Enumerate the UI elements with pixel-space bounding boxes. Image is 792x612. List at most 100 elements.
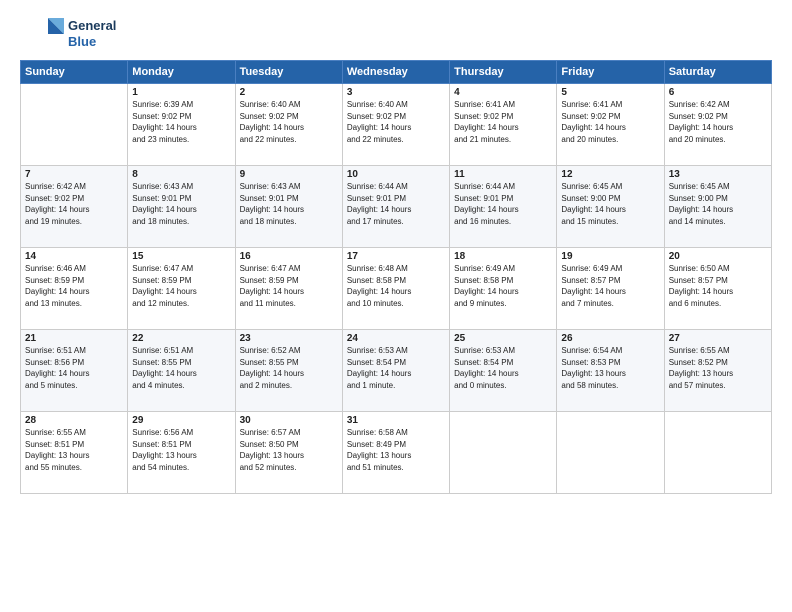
calendar-cell: 28Sunrise: 6:55 AM Sunset: 8:51 PM Dayli…	[21, 412, 128, 494]
calendar-cell	[450, 412, 557, 494]
day-number: 11	[454, 169, 552, 180]
calendar-cell: 23Sunrise: 6:52 AM Sunset: 8:55 PM Dayli…	[235, 330, 342, 412]
day-info: Sunrise: 6:43 AM Sunset: 9:01 PM Dayligh…	[240, 181, 338, 227]
day-number: 29	[132, 415, 230, 426]
calendar-cell: 16Sunrise: 6:47 AM Sunset: 8:59 PM Dayli…	[235, 248, 342, 330]
day-info: Sunrise: 6:51 AM Sunset: 8:55 PM Dayligh…	[132, 345, 230, 391]
calendar-cell: 25Sunrise: 6:53 AM Sunset: 8:54 PM Dayli…	[450, 330, 557, 412]
day-info: Sunrise: 6:45 AM Sunset: 9:00 PM Dayligh…	[669, 181, 767, 227]
day-number: 18	[454, 251, 552, 262]
calendar-cell: 19Sunrise: 6:49 AM Sunset: 8:57 PM Dayli…	[557, 248, 664, 330]
calendar-cell: 5Sunrise: 6:41 AM Sunset: 9:02 PM Daylig…	[557, 84, 664, 166]
calendar-cell: 26Sunrise: 6:54 AM Sunset: 8:53 PM Dayli…	[557, 330, 664, 412]
day-info: Sunrise: 6:39 AM Sunset: 9:02 PM Dayligh…	[132, 99, 230, 145]
day-number: 1	[132, 87, 230, 98]
day-info: Sunrise: 6:40 AM Sunset: 9:02 PM Dayligh…	[347, 99, 445, 145]
day-info: Sunrise: 6:42 AM Sunset: 9:02 PM Dayligh…	[669, 99, 767, 145]
calendar-cell: 3Sunrise: 6:40 AM Sunset: 9:02 PM Daylig…	[342, 84, 449, 166]
day-info: Sunrise: 6:53 AM Sunset: 8:54 PM Dayligh…	[454, 345, 552, 391]
page: GeneralBlue SundayMondayTuesdayWednesday…	[0, 0, 792, 612]
logo-svg-icon	[20, 16, 64, 52]
day-info: Sunrise: 6:44 AM Sunset: 9:01 PM Dayligh…	[454, 181, 552, 227]
day-number: 5	[561, 87, 659, 98]
day-info: Sunrise: 6:49 AM Sunset: 8:58 PM Dayligh…	[454, 263, 552, 309]
logo-line1: General	[68, 18, 116, 34]
calendar-cell: 27Sunrise: 6:55 AM Sunset: 8:52 PM Dayli…	[664, 330, 771, 412]
day-info: Sunrise: 6:54 AM Sunset: 8:53 PM Dayligh…	[561, 345, 659, 391]
calendar-cell: 11Sunrise: 6:44 AM Sunset: 9:01 PM Dayli…	[450, 166, 557, 248]
day-info: Sunrise: 6:47 AM Sunset: 8:59 PM Dayligh…	[240, 263, 338, 309]
calendar-header-monday: Monday	[128, 61, 235, 84]
day-number: 9	[240, 169, 338, 180]
day-info: Sunrise: 6:41 AM Sunset: 9:02 PM Dayligh…	[561, 99, 659, 145]
header: GeneralBlue	[20, 16, 772, 52]
day-info: Sunrise: 6:55 AM Sunset: 8:51 PM Dayligh…	[25, 427, 123, 473]
calendar-cell: 7Sunrise: 6:42 AM Sunset: 9:02 PM Daylig…	[21, 166, 128, 248]
calendar-week-row: 14Sunrise: 6:46 AM Sunset: 8:59 PM Dayli…	[21, 248, 772, 330]
calendar-cell: 1Sunrise: 6:39 AM Sunset: 9:02 PM Daylig…	[128, 84, 235, 166]
calendar-cell: 29Sunrise: 6:56 AM Sunset: 8:51 PM Dayli…	[128, 412, 235, 494]
day-info: Sunrise: 6:42 AM Sunset: 9:02 PM Dayligh…	[25, 181, 123, 227]
day-number: 20	[669, 251, 767, 262]
calendar-cell: 30Sunrise: 6:57 AM Sunset: 8:50 PM Dayli…	[235, 412, 342, 494]
calendar-cell	[21, 84, 128, 166]
day-number: 8	[132, 169, 230, 180]
calendar-cell: 6Sunrise: 6:42 AM Sunset: 9:02 PM Daylig…	[664, 84, 771, 166]
day-info: Sunrise: 6:55 AM Sunset: 8:52 PM Dayligh…	[669, 345, 767, 391]
day-number: 4	[454, 87, 552, 98]
calendar-cell: 22Sunrise: 6:51 AM Sunset: 8:55 PM Dayli…	[128, 330, 235, 412]
calendar-cell: 9Sunrise: 6:43 AM Sunset: 9:01 PM Daylig…	[235, 166, 342, 248]
calendar-week-row: 7Sunrise: 6:42 AM Sunset: 9:02 PM Daylig…	[21, 166, 772, 248]
logo: GeneralBlue	[20, 16, 116, 52]
day-number: 27	[669, 333, 767, 344]
calendar-cell: 21Sunrise: 6:51 AM Sunset: 8:56 PM Dayli…	[21, 330, 128, 412]
day-number: 10	[347, 169, 445, 180]
day-number: 17	[347, 251, 445, 262]
day-info: Sunrise: 6:46 AM Sunset: 8:59 PM Dayligh…	[25, 263, 123, 309]
day-number: 24	[347, 333, 445, 344]
day-info: Sunrise: 6:43 AM Sunset: 9:01 PM Dayligh…	[132, 181, 230, 227]
day-info: Sunrise: 6:58 AM Sunset: 8:49 PM Dayligh…	[347, 427, 445, 473]
day-number: 23	[240, 333, 338, 344]
day-number: 3	[347, 87, 445, 98]
day-info: Sunrise: 6:52 AM Sunset: 8:55 PM Dayligh…	[240, 345, 338, 391]
calendar-header-wednesday: Wednesday	[342, 61, 449, 84]
calendar-week-row: 28Sunrise: 6:55 AM Sunset: 8:51 PM Dayli…	[21, 412, 772, 494]
calendar-cell: 2Sunrise: 6:40 AM Sunset: 9:02 PM Daylig…	[235, 84, 342, 166]
calendar-cell: 18Sunrise: 6:49 AM Sunset: 8:58 PM Dayli…	[450, 248, 557, 330]
calendar-cell: 14Sunrise: 6:46 AM Sunset: 8:59 PM Dayli…	[21, 248, 128, 330]
day-info: Sunrise: 6:57 AM Sunset: 8:50 PM Dayligh…	[240, 427, 338, 473]
calendar-cell: 4Sunrise: 6:41 AM Sunset: 9:02 PM Daylig…	[450, 84, 557, 166]
calendar-cell: 15Sunrise: 6:47 AM Sunset: 8:59 PM Dayli…	[128, 248, 235, 330]
calendar-cell: 10Sunrise: 6:44 AM Sunset: 9:01 PM Dayli…	[342, 166, 449, 248]
day-number: 21	[25, 333, 123, 344]
calendar-cell: 20Sunrise: 6:50 AM Sunset: 8:57 PM Dayli…	[664, 248, 771, 330]
day-number: 25	[454, 333, 552, 344]
day-info: Sunrise: 6:51 AM Sunset: 8:56 PM Dayligh…	[25, 345, 123, 391]
calendar-header-saturday: Saturday	[664, 61, 771, 84]
day-number: 14	[25, 251, 123, 262]
calendar-header-sunday: Sunday	[21, 61, 128, 84]
calendar-week-row: 21Sunrise: 6:51 AM Sunset: 8:56 PM Dayli…	[21, 330, 772, 412]
calendar-cell: 24Sunrise: 6:53 AM Sunset: 8:54 PM Dayli…	[342, 330, 449, 412]
day-number: 22	[132, 333, 230, 344]
calendar-header-tuesday: Tuesday	[235, 61, 342, 84]
logo-line2: Blue	[68, 34, 116, 50]
calendar-cell: 8Sunrise: 6:43 AM Sunset: 9:01 PM Daylig…	[128, 166, 235, 248]
day-info: Sunrise: 6:44 AM Sunset: 9:01 PM Dayligh…	[347, 181, 445, 227]
calendar-cell	[557, 412, 664, 494]
calendar-table: SundayMondayTuesdayWednesdayThursdayFrid…	[20, 60, 772, 494]
day-number: 7	[25, 169, 123, 180]
day-info: Sunrise: 6:53 AM Sunset: 8:54 PM Dayligh…	[347, 345, 445, 391]
day-number: 28	[25, 415, 123, 426]
day-info: Sunrise: 6:41 AM Sunset: 9:02 PM Dayligh…	[454, 99, 552, 145]
calendar-cell: 17Sunrise: 6:48 AM Sunset: 8:58 PM Dayli…	[342, 248, 449, 330]
calendar-cell: 12Sunrise: 6:45 AM Sunset: 9:00 PM Dayli…	[557, 166, 664, 248]
calendar-cell: 13Sunrise: 6:45 AM Sunset: 9:00 PM Dayli…	[664, 166, 771, 248]
day-info: Sunrise: 6:40 AM Sunset: 9:02 PM Dayligh…	[240, 99, 338, 145]
day-info: Sunrise: 6:56 AM Sunset: 8:51 PM Dayligh…	[132, 427, 230, 473]
day-info: Sunrise: 6:49 AM Sunset: 8:57 PM Dayligh…	[561, 263, 659, 309]
calendar-cell: 31Sunrise: 6:58 AM Sunset: 8:49 PM Dayli…	[342, 412, 449, 494]
day-number: 2	[240, 87, 338, 98]
day-info: Sunrise: 6:47 AM Sunset: 8:59 PM Dayligh…	[132, 263, 230, 309]
